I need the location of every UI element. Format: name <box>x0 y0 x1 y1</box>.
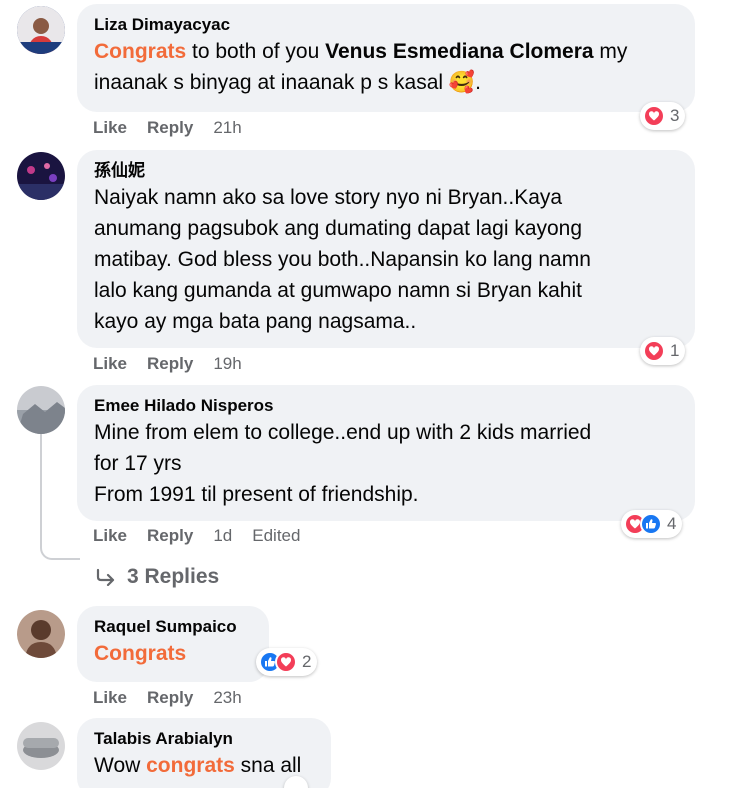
text-line: for 17 yrs <box>94 452 182 475</box>
text-line: anumang pagsubok ang dumating dapat lagi… <box>94 217 583 240</box>
reaction-count: 3 <box>670 106 680 125</box>
smiling-hearts-emoji-icon: 🥰 <box>448 71 476 94</box>
timestamp[interactable]: 21h <box>213 118 241 138</box>
text-segment: sna all <box>234 754 302 777</box>
comment-text: Congrats <box>94 642 187 665</box>
avatar[interactable] <box>17 610 65 658</box>
text-segment: Wow <box>94 754 147 777</box>
view-replies-link[interactable]: 3 Replies <box>95 565 219 589</box>
text-segment: . <box>475 71 481 94</box>
reply-button[interactable]: Reply <box>147 354 193 374</box>
comment-author[interactable]: Talabis Arabialyn <box>94 728 313 750</box>
reaction-count: 1 <box>670 341 680 360</box>
avatar[interactable] <box>17 6 65 54</box>
comment-bubble: Emee Hilado Nisperos Mine from elem to c… <box>77 385 695 521</box>
edited-label[interactable]: Edited <box>252 526 300 546</box>
like-button[interactable]: Like <box>93 526 127 546</box>
reaction-summary[interactable]: 3 <box>640 102 686 130</box>
comment-actions: Like Reply 1d Edited <box>93 526 320 546</box>
heart-reaction-icon <box>275 651 297 673</box>
reaction-summary[interactable]: 1 <box>640 337 686 365</box>
avatar[interactable] <box>17 152 65 200</box>
comment-author[interactable]: Raquel Sumpaico <box>94 616 251 638</box>
text-segment: to both of you <box>186 40 326 63</box>
avatar[interactable] <box>17 386 65 434</box>
heart-reaction-icon <box>643 340 665 362</box>
reaction-count: 2 <box>302 652 312 671</box>
reaction-count: 4 <box>667 514 677 533</box>
comment-author[interactable]: Emee Hilado Nisperos <box>94 395 677 417</box>
reaction-summary[interactable]: 4 <box>621 510 683 538</box>
highlight-text: Congrats <box>94 40 187 63</box>
comment-author[interactable]: 孫仙妮 <box>94 160 677 182</box>
thread-line <box>40 434 80 560</box>
timestamp[interactable]: 19h <box>213 354 241 374</box>
reaction-summary[interactable]: 2 <box>256 648 318 676</box>
heart-reaction-icon <box>643 105 665 127</box>
like-button[interactable]: Like <box>93 118 127 138</box>
text-line: From 1991 til present of friendship. <box>94 483 419 506</box>
comment-bubble: Raquel Sumpaico Congrats <box>77 606 269 682</box>
reply-arrow-icon <box>96 568 115 586</box>
comment-text: Wow congrats sna all <box>94 750 313 781</box>
comment-actions: Like Reply 19h <box>93 354 262 374</box>
reply-button[interactable]: Reply <box>147 526 193 546</box>
text-line: Mine from elem to college..end up with 2… <box>94 421 592 444</box>
timestamp[interactable]: 23h <box>213 688 241 708</box>
comment-text: Naiyak namn ako sa love story nyo ni Bry… <box>94 182 677 337</box>
comment-bubble: 孫仙妮 Naiyak namn ako sa love story nyo ni… <box>77 150 695 348</box>
avatar[interactable] <box>17 722 65 770</box>
text-line: matibay. God bless you both..Napansin ko… <box>94 248 591 271</box>
mention-link[interactable]: Venus Esmediana Clomera <box>325 40 593 63</box>
reply-button[interactable]: Reply <box>147 688 193 708</box>
text-line: lalo kang gumanda at gumwapo namn si Bry… <box>94 279 582 302</box>
like-button[interactable]: Like <box>93 688 127 708</box>
text-line: Naiyak namn ako sa love story nyo ni Bry… <box>94 186 563 209</box>
like-reaction-icon <box>640 513 662 535</box>
comment-actions: Like Reply 21h <box>93 118 262 138</box>
comment-text: Mine from elem to college..end up with 2… <box>94 417 677 510</box>
like-button[interactable]: Like <box>93 354 127 374</box>
highlight-text: congrats <box>146 754 235 777</box>
reply-button[interactable]: Reply <box>147 118 193 138</box>
replies-label: 3 Replies <box>127 565 220 588</box>
text-line: kayo ay mga bata pang nagsama.. <box>94 310 417 333</box>
timestamp[interactable]: 1d <box>213 526 232 546</box>
comment-author[interactable]: Liza Dimayacyac <box>94 14 677 36</box>
comment-bubble: Liza Dimayacyac Congrats to both of you … <box>77 4 695 112</box>
comment-text: Congrats to both of you Venus Esmediana … <box>94 36 677 98</box>
comment-actions: Like Reply 23h <box>93 688 262 708</box>
